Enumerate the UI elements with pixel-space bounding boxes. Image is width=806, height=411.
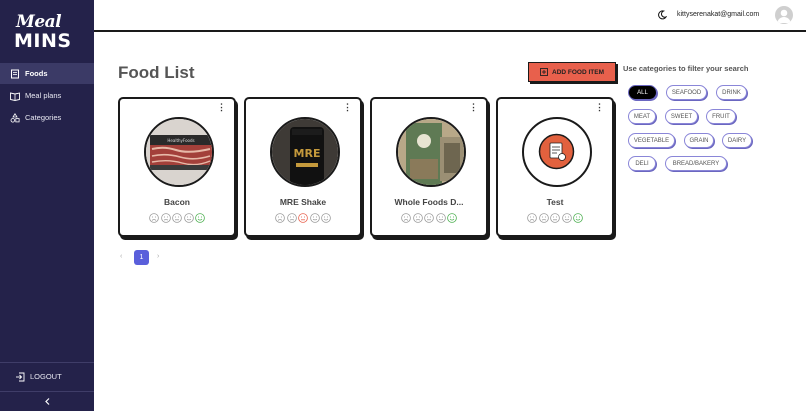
very-sad-face-icon[interactable] (275, 213, 285, 223)
sidebar-nav: Foods Meal plans Categories (0, 63, 94, 129)
very-happy-face-icon[interactable] (321, 213, 331, 223)
very-sad-face-icon[interactable] (149, 213, 159, 223)
page-1-button[interactable]: 1 (134, 250, 149, 265)
logout-label: LOGOUT (30, 372, 62, 381)
logout-button[interactable]: LOGOUT (0, 362, 94, 390)
food-placeholder-icon (522, 117, 592, 187)
filter-instructions: Use categories to filter your search (623, 64, 749, 73)
sidebar: Meal MINS Foods Meal plans Categories LO… (0, 0, 94, 411)
sad-face-icon[interactable] (412, 213, 423, 223)
sidebar-item-label: Categories (25, 113, 62, 122)
food-name: MRE Shake (279, 197, 327, 207)
svg-text:MRE: MRE (294, 147, 321, 160)
sidebar-item-label: Meal plans (25, 91, 62, 100)
open-book-icon (10, 91, 20, 101)
logout-icon (16, 372, 25, 381)
food-card-test[interactable]: ⋮ Test (496, 97, 614, 237)
category-chip-drink[interactable]: DRINK (716, 85, 747, 100)
book-icon (11, 69, 19, 78)
collapse-sidebar-button[interactable] (0, 391, 94, 411)
neutral-face-icon[interactable] (550, 213, 560, 223)
shapes-icon (10, 112, 20, 122)
rating-faces (246, 213, 360, 223)
next-page-button[interactable]: › (157, 253, 159, 260)
user-email: kittyserenakat@gmail.com (677, 11, 760, 18)
app-logo[interactable]: Meal MINS (12, 12, 80, 52)
neutral-face-icon[interactable] (172, 213, 182, 223)
very-sad-face-icon[interactable] (527, 213, 537, 223)
sidebar-item-categories[interactable]: Categories (0, 107, 94, 128)
more-options-icon[interactable]: ⋮ (217, 103, 226, 112)
happy-face-icon[interactable] (309, 213, 320, 223)
add-square-icon (540, 68, 548, 76)
category-chip-bread-bakery[interactable]: BREAD/BAKERY (665, 156, 727, 171)
rating-faces (120, 213, 234, 223)
neutral-face-icon[interactable] (298, 213, 308, 223)
rating-faces (372, 213, 486, 223)
very-happy-face-icon[interactable] (573, 213, 583, 223)
previous-page-button[interactable]: ‹ (120, 253, 122, 260)
happy-face-icon[interactable] (561, 213, 572, 223)
svg-text:HealthyFoods: HealthyFoods (167, 138, 194, 143)
more-options-icon[interactable]: ⋮ (595, 103, 604, 112)
sidebar-item-meal-plans[interactable]: Meal plans (0, 85, 94, 106)
user-avatar-icon (777, 9, 791, 23)
food-card-bacon[interactable]: ⋮ HealthyFoods Bacon (118, 97, 236, 237)
category-chip-deli[interactable]: DELI (628, 156, 656, 171)
food-name: Test (546, 197, 564, 207)
very-happy-face-icon[interactable] (195, 213, 205, 223)
category-chip-sweet[interactable]: SWEET (665, 109, 698, 124)
happy-face-icon[interactable] (435, 213, 446, 223)
logo-line2: MINS (14, 30, 72, 52)
sidebar-item-label: Foods (25, 69, 48, 78)
add-food-item-button[interactable]: ADD FOOD ITEM (528, 62, 616, 82)
sad-face-icon[interactable] (160, 213, 171, 223)
food-name: Whole Foods D... (394, 197, 464, 207)
sad-face-icon[interactable] (286, 213, 297, 223)
chevron-left-icon (44, 398, 49, 405)
rating-faces (498, 213, 612, 223)
food-card-whole-foods[interactable]: ⋮ Whole Foods D... (370, 97, 488, 237)
category-chip-fruit[interactable]: FRUIT (706, 109, 736, 124)
dark-mode-toggle-icon[interactable] (657, 10, 667, 20)
category-chip-vegetable[interactable]: VEGETABLE (628, 133, 675, 148)
category-chip-seafood[interactable]: SEAFOOD (666, 85, 707, 100)
very-happy-face-icon[interactable] (447, 213, 457, 223)
logo-line1: Meal (16, 12, 62, 32)
sidebar-item-foods[interactable]: Foods (0, 63, 94, 84)
category-chip-dairy[interactable]: DAIRY (722, 133, 752, 148)
avatar[interactable] (775, 6, 793, 24)
happy-face-icon[interactable] (183, 213, 194, 223)
category-chip-grain[interactable]: GRAIN (684, 133, 714, 148)
food-photo: HealthyFoods (144, 117, 214, 187)
more-options-icon[interactable]: ⋮ (343, 103, 352, 112)
sad-face-icon[interactable] (538, 213, 549, 223)
category-chip-meat[interactable]: MEAT (628, 109, 656, 124)
top-bar: kittyserenakat@gmail.com (94, 0, 806, 32)
page-title: Food List (118, 63, 195, 82)
add-food-item-label: ADD FOOD ITEM (552, 68, 604, 76)
neutral-face-icon[interactable] (424, 213, 434, 223)
food-card-mre-shake[interactable]: ⋮ MRE MRE Shake (244, 97, 362, 237)
category-chip-all[interactable]: ALL (628, 85, 657, 100)
very-sad-face-icon[interactable] (401, 213, 411, 223)
food-name: Bacon (164, 197, 190, 207)
food-photo (396, 117, 466, 187)
food-photo: MRE (270, 117, 340, 187)
more-options-icon[interactable]: ⋮ (469, 103, 478, 112)
